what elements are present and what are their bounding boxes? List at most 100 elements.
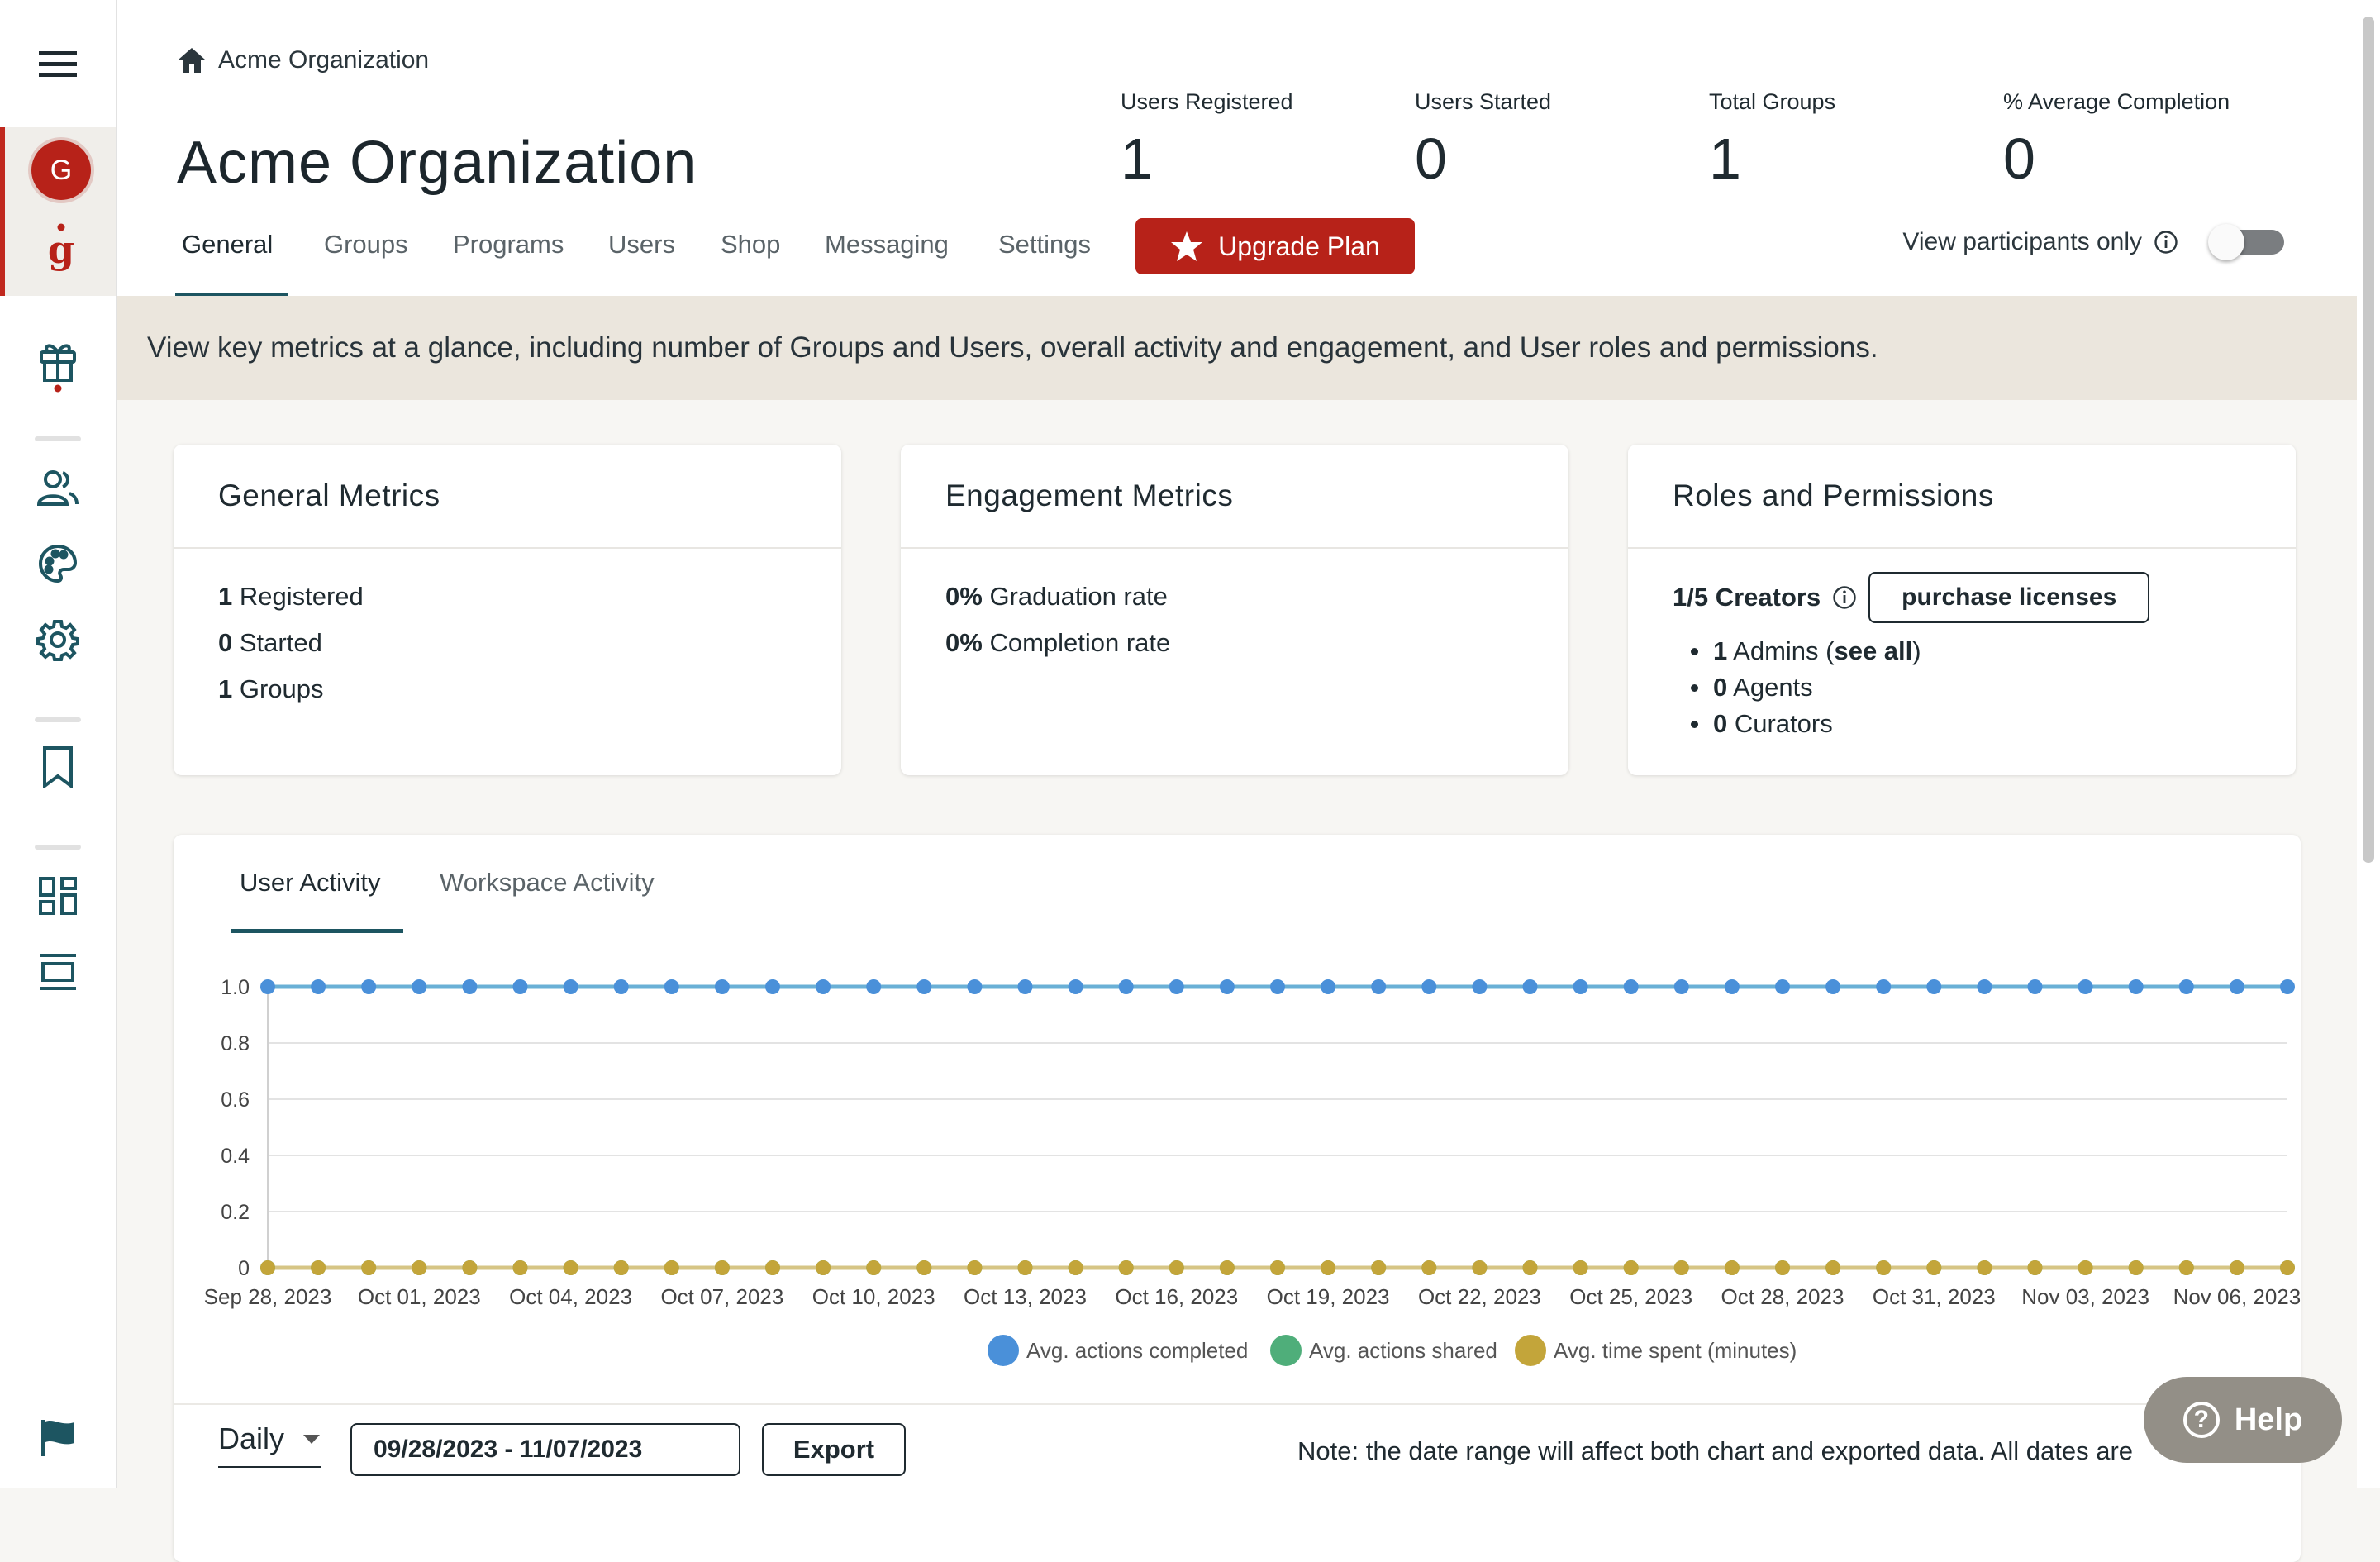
brand-logo-icon[interactable]: g	[35, 218, 88, 276]
gear-icon[interactable]	[0, 617, 116, 663]
info-icon[interactable]	[2154, 230, 2178, 255]
data-point[interactable]	[1926, 979, 1942, 994]
data-point[interactable]	[1421, 1260, 1437, 1275]
data-point[interactable]	[1371, 1260, 1387, 1275]
tab-user-activity[interactable]: User Activity	[240, 868, 381, 898]
data-point[interactable]	[2128, 1260, 2144, 1275]
period-select[interactable]: Daily	[218, 1422, 321, 1468]
data-point[interactable]	[1775, 979, 1790, 994]
data-point[interactable]	[664, 979, 679, 994]
organization-switcher[interactable]: G g	[0, 127, 116, 296]
data-point[interactable]	[1219, 979, 1235, 994]
legend-label[interactable]: Avg. time spent (minutes)	[1554, 1338, 1797, 1363]
data-point[interactable]	[2280, 1260, 2295, 1275]
data-point[interactable]	[1977, 979, 1992, 994]
data-point[interactable]	[1876, 1260, 1892, 1275]
data-point[interactable]	[916, 979, 932, 994]
data-point[interactable]	[1472, 979, 1488, 994]
data-point[interactable]	[2178, 1260, 2194, 1275]
data-point[interactable]	[1118, 1260, 1134, 1275]
see-all-link[interactable]: see all	[1834, 636, 1912, 665]
data-point[interactable]	[563, 1260, 578, 1275]
data-point[interactable]	[2078, 979, 2093, 994]
data-point[interactable]	[2027, 1260, 2043, 1275]
data-point[interactable]	[1068, 1260, 1083, 1275]
tab-workspace-activity[interactable]: Workspace Activity	[440, 868, 654, 898]
dashboard-icon[interactable]	[0, 873, 116, 919]
flag-icon[interactable]	[0, 1415, 116, 1461]
data-point[interactable]	[462, 979, 478, 994]
data-point[interactable]	[2078, 1260, 2093, 1275]
legend-marker[interactable]	[988, 1335, 1019, 1366]
data-point[interactable]	[2229, 1260, 2244, 1275]
data-point[interactable]	[714, 979, 730, 994]
data-point[interactable]	[765, 1260, 780, 1275]
avatar[interactable]: G	[31, 140, 91, 200]
data-point[interactable]	[1321, 979, 1336, 994]
data-point[interactable]	[1270, 979, 1285, 994]
data-point[interactable]	[967, 1260, 983, 1275]
data-point[interactable]	[1017, 979, 1033, 994]
data-point[interactable]	[1724, 1260, 1740, 1275]
scrollbar-thumb[interactable]	[2363, 17, 2374, 863]
upgrade-plan-button[interactable]: Upgrade Plan	[1135, 218, 1415, 274]
layout-icon[interactable]	[0, 949, 116, 995]
scrollbar[interactable]	[2357, 0, 2380, 1488]
tab-settings[interactable]: Settings	[998, 230, 1091, 260]
legend-marker[interactable]	[1515, 1335, 1546, 1366]
home-icon[interactable]	[177, 46, 207, 74]
data-point[interactable]	[816, 979, 831, 994]
data-point[interactable]	[1825, 979, 1841, 994]
menu-icon[interactable]	[0, 33, 116, 96]
data-point[interactable]	[1169, 979, 1184, 994]
data-point[interactable]	[512, 979, 528, 994]
data-point[interactable]	[563, 979, 578, 994]
data-point[interactable]	[1775, 1260, 1790, 1275]
export-button[interactable]: Export	[762, 1423, 906, 1476]
data-point[interactable]	[1321, 1260, 1336, 1275]
info-icon[interactable]	[1832, 585, 1857, 610]
data-point[interactable]	[2128, 979, 2144, 994]
data-point[interactable]	[2280, 979, 2295, 994]
date-range-input[interactable]: 09/28/2023 - 11/07/2023	[350, 1423, 740, 1476]
tab-users[interactable]: Users	[608, 230, 675, 260]
data-point[interactable]	[1977, 1260, 1992, 1275]
data-point[interactable]	[512, 1260, 528, 1275]
tab-messaging[interactable]: Messaging	[825, 230, 949, 260]
data-point[interactable]	[1472, 1260, 1488, 1275]
data-point[interactable]	[765, 979, 780, 994]
data-point[interactable]	[412, 979, 427, 994]
data-point[interactable]	[260, 979, 275, 994]
data-point[interactable]	[1522, 1260, 1538, 1275]
data-point[interactable]	[1673, 979, 1689, 994]
data-point[interactable]	[916, 1260, 932, 1275]
data-point[interactable]	[2027, 979, 2043, 994]
data-point[interactable]	[1522, 979, 1538, 994]
data-point[interactable]	[1573, 1260, 1588, 1275]
purchase-licenses-button[interactable]: purchase licenses	[1868, 572, 2150, 623]
data-point[interactable]	[1825, 1260, 1841, 1275]
tab-programs[interactable]: Programs	[453, 230, 564, 260]
legend-label[interactable]: Avg. actions shared	[1309, 1338, 1497, 1363]
data-point[interactable]	[1926, 1260, 1942, 1275]
data-point[interactable]	[1068, 979, 1083, 994]
data-point[interactable]	[1270, 1260, 1285, 1275]
help-button[interactable]: ? Help	[2144, 1377, 2342, 1463]
legend-marker[interactable]	[1270, 1335, 1302, 1366]
breadcrumb-label[interactable]: Acme Organization	[218, 46, 429, 74]
data-point[interactable]	[2229, 979, 2244, 994]
data-point[interactable]	[2178, 979, 2194, 994]
data-point[interactable]	[967, 979, 983, 994]
data-point[interactable]	[866, 1260, 882, 1275]
data-point[interactable]	[1673, 1260, 1689, 1275]
users-icon[interactable]	[0, 464, 116, 511]
legend-label[interactable]: Avg. actions completed	[1026, 1338, 1248, 1363]
data-point[interactable]	[1876, 979, 1892, 994]
data-point[interactable]	[714, 1260, 730, 1275]
data-point[interactable]	[260, 1260, 275, 1275]
data-point[interactable]	[1573, 979, 1588, 994]
tab-groups[interactable]: Groups	[324, 230, 408, 260]
data-point[interactable]	[1421, 979, 1437, 994]
data-point[interactable]	[1623, 979, 1639, 994]
data-point[interactable]	[1371, 979, 1387, 994]
